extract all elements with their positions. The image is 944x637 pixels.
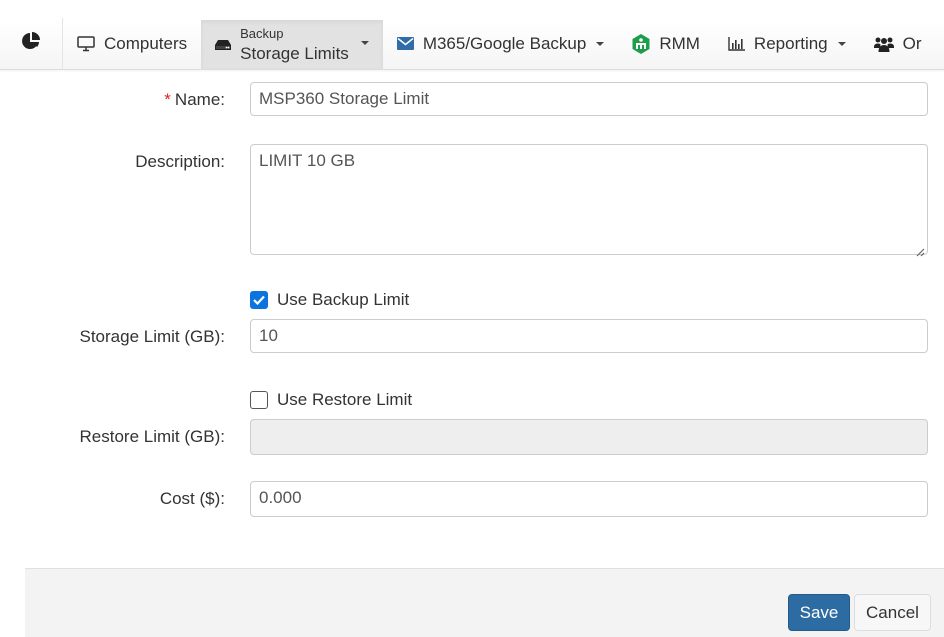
nav-item-label: RMM	[659, 33, 700, 53]
description-textarea[interactable]: LIMIT 10 GB	[250, 144, 928, 257]
form-footer: Save Cancel	[25, 568, 944, 637]
bar-chart-icon	[728, 36, 745, 51]
nav-item-label: Or	[902, 33, 922, 53]
monitor-icon	[77, 35, 95, 52]
nav-item-organizations[interactable]: Or	[860, 18, 936, 69]
envelope-icon	[396, 37, 414, 50]
dashboard-logo-button[interactable]	[0, 18, 63, 69]
nav-item-backup-storage-limits[interactable]: Backup Storage Limits	[201, 20, 383, 69]
nav-item-sublabel: Backup	[240, 26, 284, 41]
description-label: Description:	[135, 152, 225, 171]
users-icon	[873, 36, 894, 52]
nav-item-label: M365/Google Backup	[422, 33, 587, 53]
cancel-button[interactable]: Cancel	[854, 594, 931, 631]
nav-item-label: Reporting	[753, 33, 828, 53]
checkmark-icon	[253, 295, 265, 305]
storage-limit-label: Storage Limit (GB):	[79, 327, 226, 346]
cost-input[interactable]: 0.000	[250, 481, 928, 517]
nav-item-reporting[interactable]: Reporting	[714, 18, 860, 69]
hard-drive-icon	[215, 39, 232, 51]
restore-limit-input	[250, 419, 928, 455]
rmm-hexagon-icon	[632, 33, 650, 54]
nav-item-rmm[interactable]: RMM	[618, 18, 714, 69]
top-navbar: Computers Backup Storage Limits M365/Goo…	[0, 18, 944, 70]
use-backup-limit-label: Use Backup Limit	[277, 290, 410, 309]
description-text: LIMIT 10 GB	[259, 151, 356, 170]
caret-down-icon	[837, 41, 846, 46]
resize-handle-icon[interactable]	[915, 242, 925, 257]
pie-chart-icon	[21, 31, 41, 56]
use-backup-limit-checkbox[interactable]	[250, 291, 268, 309]
use-restore-limit-checkbox-row[interactable]: Use Restore Limit	[250, 390, 412, 410]
use-restore-limit-label: Use Restore Limit	[277, 390, 413, 409]
name-label: * Name:	[164, 90, 225, 109]
caret-down-icon	[360, 41, 369, 45]
caret-down-icon	[596, 41, 605, 46]
restore-limit-label: Restore Limit (GB):	[79, 427, 225, 446]
cost-label: Cost ($):	[159, 489, 225, 508]
use-backup-limit-checkbox-row[interactable]: Use Backup Limit	[250, 290, 409, 310]
required-mark: *	[164, 90, 171, 109]
nav-item-computers[interactable]: Computers	[63, 18, 201, 69]
name-input[interactable]: MSP360 Storage Limit	[250, 82, 928, 116]
nav-item-m365-google-backup[interactable]: M365/Google Backup	[383, 18, 619, 69]
nav-item-label: Storage Limits	[240, 44, 349, 63]
use-restore-limit-checkbox[interactable]	[250, 391, 268, 409]
storage-limit-input[interactable]: 10	[250, 319, 928, 353]
save-button[interactable]: Save	[788, 594, 850, 631]
nav-item-label: Computers	[104, 33, 188, 53]
